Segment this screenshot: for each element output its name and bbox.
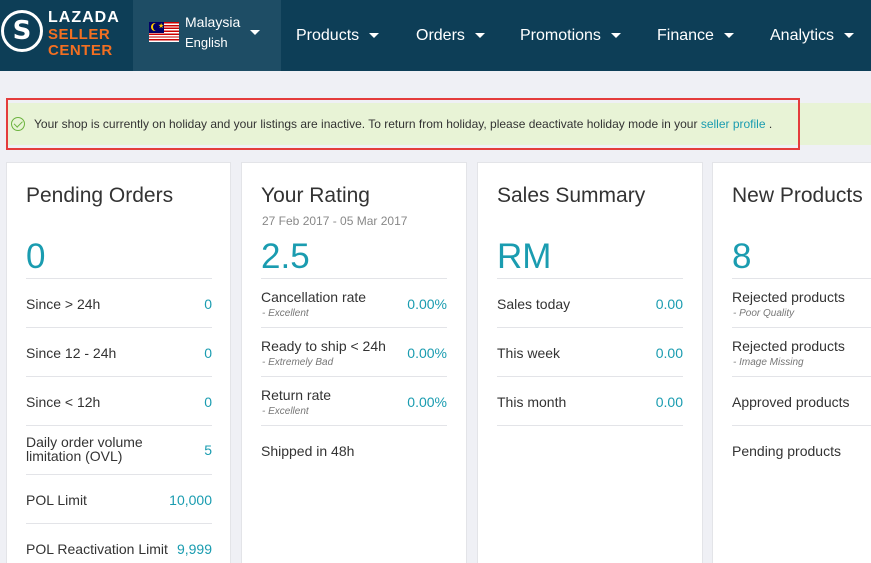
pending-orders-list: Since > 24h 0 Since 12 - 24h 0 Since < 1…: [26, 278, 212, 563]
row-label: Since < 12h: [26, 394, 101, 410]
list-item[interactable]: Since < 12h 0: [26, 377, 212, 426]
chevron-down-icon: [250, 30, 260, 35]
list-item[interactable]: Since > 24h 0: [26, 279, 212, 328]
row-value[interactable]: 0: [204, 394, 212, 410]
row-value: 0.00%: [407, 345, 447, 361]
row-value[interactable]: 0: [204, 345, 212, 361]
row-label: Return rate: [261, 387, 332, 403]
list-item[interactable]: Approved products: [732, 377, 871, 426]
row-label: Shipped in 48h: [261, 443, 355, 459]
nav-products[interactable]: Products: [296, 0, 380, 71]
row-label: Since 12 - 24h: [26, 345, 117, 361]
banner-highlight-box: [6, 98, 800, 150]
malaysia-flag-icon: ★: [149, 22, 179, 42]
row-label: Sales today: [497, 296, 571, 312]
rating-list: Cancellation rate - Excellent 0.00% Read…: [261, 278, 447, 475]
row-label: Ready to ship < 24h: [261, 338, 386, 354]
list-item: Cancellation rate - Excellent 0.00%: [261, 279, 447, 328]
country-name: Malaysia: [185, 14, 241, 30]
logo-line-3: CENTER: [48, 42, 113, 59]
new-products-list: Rejected products - Poor Quality Rejecte…: [732, 278, 871, 475]
rating-date-range: 27 Feb 2017 - 05 Mar 2017: [262, 214, 408, 228]
row-label: POL Limit: [26, 492, 87, 508]
row-sublabel: - Excellent: [262, 406, 309, 417]
nav-promotions[interactable]: Promotions: [520, 0, 621, 71]
list-item: This month 0.00: [497, 377, 683, 426]
row-value[interactable]: 10,000: [169, 492, 212, 508]
logo-line-1: LAZADA: [48, 9, 120, 26]
list-item[interactable]: Pending products: [732, 426, 871, 475]
row-label: POL Reactivation Limit: [26, 541, 168, 557]
chevron-down-icon: [610, 33, 621, 38]
row-value: 0.00%: [407, 296, 447, 312]
nav-products-label: Products: [296, 26, 360, 44]
list-item[interactable]: Rejected products - Image Missing: [732, 328, 871, 377]
row-sublabel: - Image Missing: [733, 357, 804, 368]
logo-wordmark: LAZADA SELLER CENTER: [48, 9, 120, 59]
row-label: This month: [497, 394, 567, 410]
sales-currency: RM: [497, 237, 552, 276]
card-title: New Products: [732, 184, 863, 207]
row-value[interactable]: 5: [204, 442, 212, 458]
list-item: This week 0.00: [497, 328, 683, 377]
nav-finance[interactable]: Finance: [657, 0, 734, 71]
nav-analytics[interactable]: Analytics: [770, 0, 855, 71]
nav-orders[interactable]: Orders: [416, 0, 485, 71]
row-sublabel: - Extremely Bad: [262, 357, 334, 368]
row-label: Rejected products: [732, 289, 845, 305]
card-title: Your Rating: [261, 184, 370, 207]
row-label: Pending products: [732, 443, 841, 459]
list-item: Sales today 0.00: [497, 279, 683, 328]
new-products-count[interactable]: 8: [732, 237, 751, 277]
row-label: Rejected products: [732, 338, 845, 354]
country-language-selector[interactable]: ★ Malaysia English: [133, 0, 281, 71]
logo-line-2: SELLER: [48, 26, 111, 43]
chevron-down-icon: [474, 33, 485, 38]
nav-finance-label: Finance: [657, 26, 714, 44]
row-value: 0.00: [655, 296, 683, 312]
list-item[interactable]: POL Limit 10,000: [26, 475, 212, 524]
row-sublabel: - Poor Quality: [733, 308, 795, 319]
row-label: Cancellation rate: [261, 289, 367, 305]
chevron-down-icon: [723, 33, 734, 38]
nav-orders-label: Orders: [416, 26, 465, 44]
row-value: 0.00: [655, 345, 683, 361]
card-title: Pending Orders: [26, 184, 174, 207]
nav-promotions-label: Promotions: [520, 26, 601, 44]
row-label: Approved products: [732, 394, 850, 410]
list-item: Shipped in 48h: [261, 426, 447, 475]
row-label: Daily order volume limitation (OVL): [26, 434, 143, 464]
top-navbar: S LAZADA SELLER CENTER ★ Malaysia Englis…: [0, 0, 871, 71]
new-products-card: New Products 8 Rejected products - Poor …: [712, 162, 871, 563]
logo-mark-letter: S: [12, 16, 32, 46]
sales-list: Sales today 0.00 This week 0.00 This mon…: [497, 278, 683, 426]
list-item[interactable]: Rejected products - Poor Quality: [732, 279, 871, 328]
nav-analytics-label: Analytics: [770, 26, 835, 44]
rating-score: 2.5: [261, 237, 310, 276]
list-item: Return rate - Excellent 0.00%: [261, 377, 447, 426]
row-value[interactable]: 0: [204, 296, 212, 312]
list-item[interactable]: POL Reactivation Limit 9,999: [26, 524, 212, 563]
row-value: 0.00: [655, 394, 683, 410]
lazada-seller-center-logo[interactable]: S LAZADA SELLER CENTER: [0, 0, 133, 71]
logo-mark-icon: S: [1, 10, 43, 52]
row-value[interactable]: 9,999: [177, 541, 212, 557]
row-label: Since > 24h: [26, 296, 101, 312]
row-sublabel: - Excellent: [262, 308, 309, 319]
your-rating-card: Your Rating 27 Feb 2017 - 05 Mar 2017 2.…: [241, 162, 467, 563]
pending-orders-count[interactable]: 0: [26, 237, 45, 277]
row-label: This week: [497, 345, 561, 361]
row-value: 0.00%: [407, 394, 447, 410]
card-title: Sales Summary: [497, 184, 646, 207]
list-item[interactable]: Since 12 - 24h 0: [26, 328, 212, 377]
chevron-down-icon: [369, 33, 380, 38]
list-item[interactable]: Daily order volume limitation (OVL) 5: [26, 426, 212, 475]
pending-orders-card: Pending Orders 0 Since > 24h 0 Since 12 …: [6, 162, 231, 563]
chevron-down-icon: [844, 33, 855, 38]
list-item: Ready to ship < 24h - Extremely Bad 0.00…: [261, 328, 447, 377]
language-name: English: [185, 35, 228, 50]
sales-summary-card: Sales Summary RM Sales today 0.00 This w…: [477, 162, 703, 563]
